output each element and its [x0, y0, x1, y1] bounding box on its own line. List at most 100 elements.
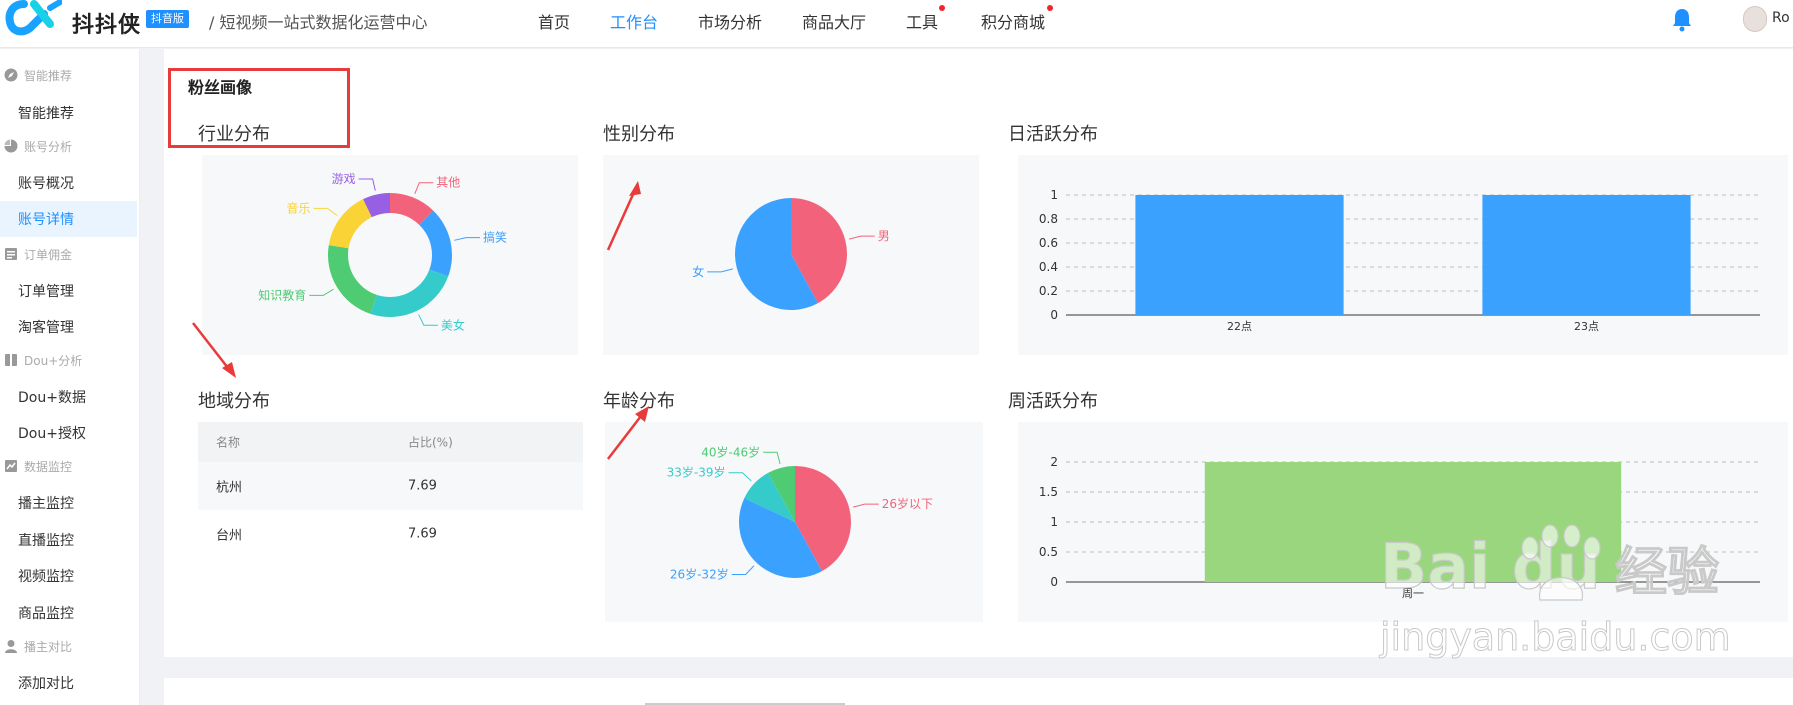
slice-label: 26岁-32岁 [670, 566, 729, 581]
region-name-cell: 杭州 [216, 480, 243, 496]
monitor-icon [5, 460, 17, 472]
bar [1135, 195, 1344, 315]
pie-slice [419, 210, 452, 277]
pie-slice [328, 245, 377, 314]
daily-bar-chart: 0 0.2 0.4 0.6 0.8 1 22点 23点 [1039, 188, 1760, 333]
gender-chart-panel: 男女 [603, 155, 979, 355]
sidebar-group-label: 账号分析 [24, 140, 73, 154]
gender-pie-chart: 男女 [692, 198, 890, 310]
user-icon [5, 640, 17, 653]
y-tick-label: 0.5 [1039, 545, 1058, 559]
sidebar-item-streamer-monitor[interactable]: 播主监控 [18, 493, 74, 513]
sidebar-item-live-monitor[interactable]: 直播监控 [18, 530, 74, 550]
label-leader-line [414, 182, 434, 195]
label-leader-line [358, 178, 376, 191]
sidebar-group-account: 账号分析 [4, 138, 72, 155]
section-title-region: 地域分布 [198, 391, 270, 412]
pie-slice [370, 269, 449, 317]
label-leader-line [418, 314, 438, 326]
sidebar-item-smart-recommend[interactable]: 智能推荐 [18, 103, 74, 123]
region-ratio-cell: 7.69 [408, 526, 437, 542]
y-tick-label: 0.8 [1039, 212, 1058, 226]
y-tick-label: 0.2 [1039, 284, 1058, 298]
column-header-ratio: 占比(%) [408, 435, 453, 450]
avatar[interactable] [1743, 6, 1767, 32]
nav-tools[interactable]: 工具 [906, 9, 938, 33]
mall-notification-dot [1047, 5, 1053, 11]
industry-chart-panel: 其他搞笑美女 知识教育 音乐 游戏 [202, 155, 578, 355]
nav-product-hall[interactable]: 商品大厅 [802, 9, 866, 33]
sidebar-group-label: 订单佣金 [24, 248, 73, 262]
industry-donut-chart: 其他搞笑美女 知识教育 音乐 游戏 [258, 172, 507, 332]
book-icon [5, 354, 17, 366]
sidebar-item-dou-auth[interactable]: Dou+授权 [18, 423, 86, 443]
section-title-gender: 性别分布 [603, 124, 675, 145]
sidebar-group-label: Dou+分析 [24, 354, 83, 368]
sidebar-item-product-monitor[interactable]: 商品监控 [18, 603, 74, 623]
top-header: 抖抖侠 抖音版 / 短视频一站式数据化运营中心 首页 工作台 市场分析 商品大厅… [0, 0, 1793, 48]
label-leader-line [454, 237, 481, 241]
y-tick-label: 0 [1050, 308, 1058, 322]
y-tick-label: 1 [1050, 515, 1058, 529]
sidebar-item-account-overview[interactable]: 账号概况 [18, 173, 74, 193]
region-table: 名称 占比(%) 杭州 7.69 台州 7.69 [198, 422, 583, 558]
bell-icon[interactable] [1670, 6, 1694, 32]
y-tick-label: 2 [1050, 455, 1058, 469]
slice-label: 男 [878, 229, 890, 243]
sidebar-item-order-management[interactable]: 订单管理 [18, 281, 74, 301]
section-title-weekly: 周活跃分布 [1008, 391, 1098, 412]
nav-home[interactable]: 首页 [538, 9, 570, 33]
baidu-watermark: Bai du 经验 jingyan.baidu.com [1379, 524, 1731, 660]
label-leader-line [728, 472, 752, 482]
daily-chart-panel: 0 0.2 0.4 0.6 0.8 1 22点 23点 [1018, 155, 1788, 355]
sidebar: 智能推荐 智能推荐 账号分析 账号概况 账号详情 订单佣金 订单管理 淘客管理 … [0, 49, 140, 705]
region-name-cell: 台州 [216, 528, 243, 544]
sidebar-group-monitor: 数据监控 [4, 458, 72, 475]
edition-badge: 抖音版 [146, 10, 189, 28]
slice-label: 其他 [436, 176, 460, 190]
slice-label: 美女 [441, 317, 465, 332]
nav-points-mall[interactable]: 积分商城 [981, 9, 1045, 33]
watermark-url: jingyan.baidu.com [1379, 615, 1731, 659]
pie-icon [4, 139, 18, 153]
label-leader-line [313, 207, 338, 216]
section-title-industry: 行业分布 [198, 124, 270, 145]
nav-workbench[interactable]: 工作台 [610, 9, 658, 33]
nav-market-analysis[interactable]: 市场分析 [698, 9, 762, 33]
sidebar-item-add-compare[interactable]: 添加对比 [18, 673, 74, 693]
sidebar-group-recommend: 智能推荐 [4, 67, 72, 84]
region-ratio-cell: 7.69 [408, 478, 437, 494]
slice-label: 知识教育 [258, 287, 306, 302]
age-chart-panel: 26岁以下 26岁-32岁 33岁-39岁 40岁-46岁 [605, 422, 983, 622]
sidebar-group-compare: 播主对比 [4, 638, 72, 655]
label-leader-line [731, 565, 755, 575]
sidebar-item-account-detail[interactable]: 账号详情 [18, 209, 74, 229]
bar [1482, 195, 1691, 315]
age-pie-chart: 26岁以下 26岁-32岁 33岁-39岁 40岁-46岁 [667, 444, 933, 581]
slice-label: 游戏 [332, 172, 356, 186]
tools-notification-dot [939, 5, 945, 11]
column-header-name: 名称 [216, 435, 241, 450]
logo-icon[interactable] [4, 0, 62, 38]
compass-icon [4, 68, 18, 82]
annotation-arrow [606, 181, 641, 251]
sidebar-item-video-monitor[interactable]: 视频监控 [18, 566, 74, 586]
table-header: 名称 占比(%) [198, 422, 583, 462]
slice-label: 搞笑 [483, 230, 507, 245]
table-row: 杭州 7.69 [198, 462, 583, 510]
slice-label: 音乐 [286, 200, 310, 215]
doc-icon [5, 248, 17, 260]
sidebar-item-taoke-management[interactable]: 淘客管理 [18, 317, 74, 337]
x-tick-label: 23点 [1574, 320, 1599, 333]
user-name[interactable]: Ro [1772, 10, 1790, 26]
sidebar-group-dou: Dou+分析 [4, 352, 82, 369]
watermark-cn: 经验 [1615, 543, 1719, 603]
label-leader-line [707, 268, 734, 273]
y-tick-label: 0.6 [1039, 236, 1058, 250]
slice-label: 女 [692, 264, 704, 279]
app-name[interactable]: 抖抖侠 [72, 7, 141, 39]
y-tick-label: 0.4 [1039, 260, 1058, 274]
sidebar-item-dou-data[interactable]: Dou+数据 [18, 387, 86, 407]
label-leader-line [309, 288, 334, 296]
label-leader-line [852, 503, 879, 508]
